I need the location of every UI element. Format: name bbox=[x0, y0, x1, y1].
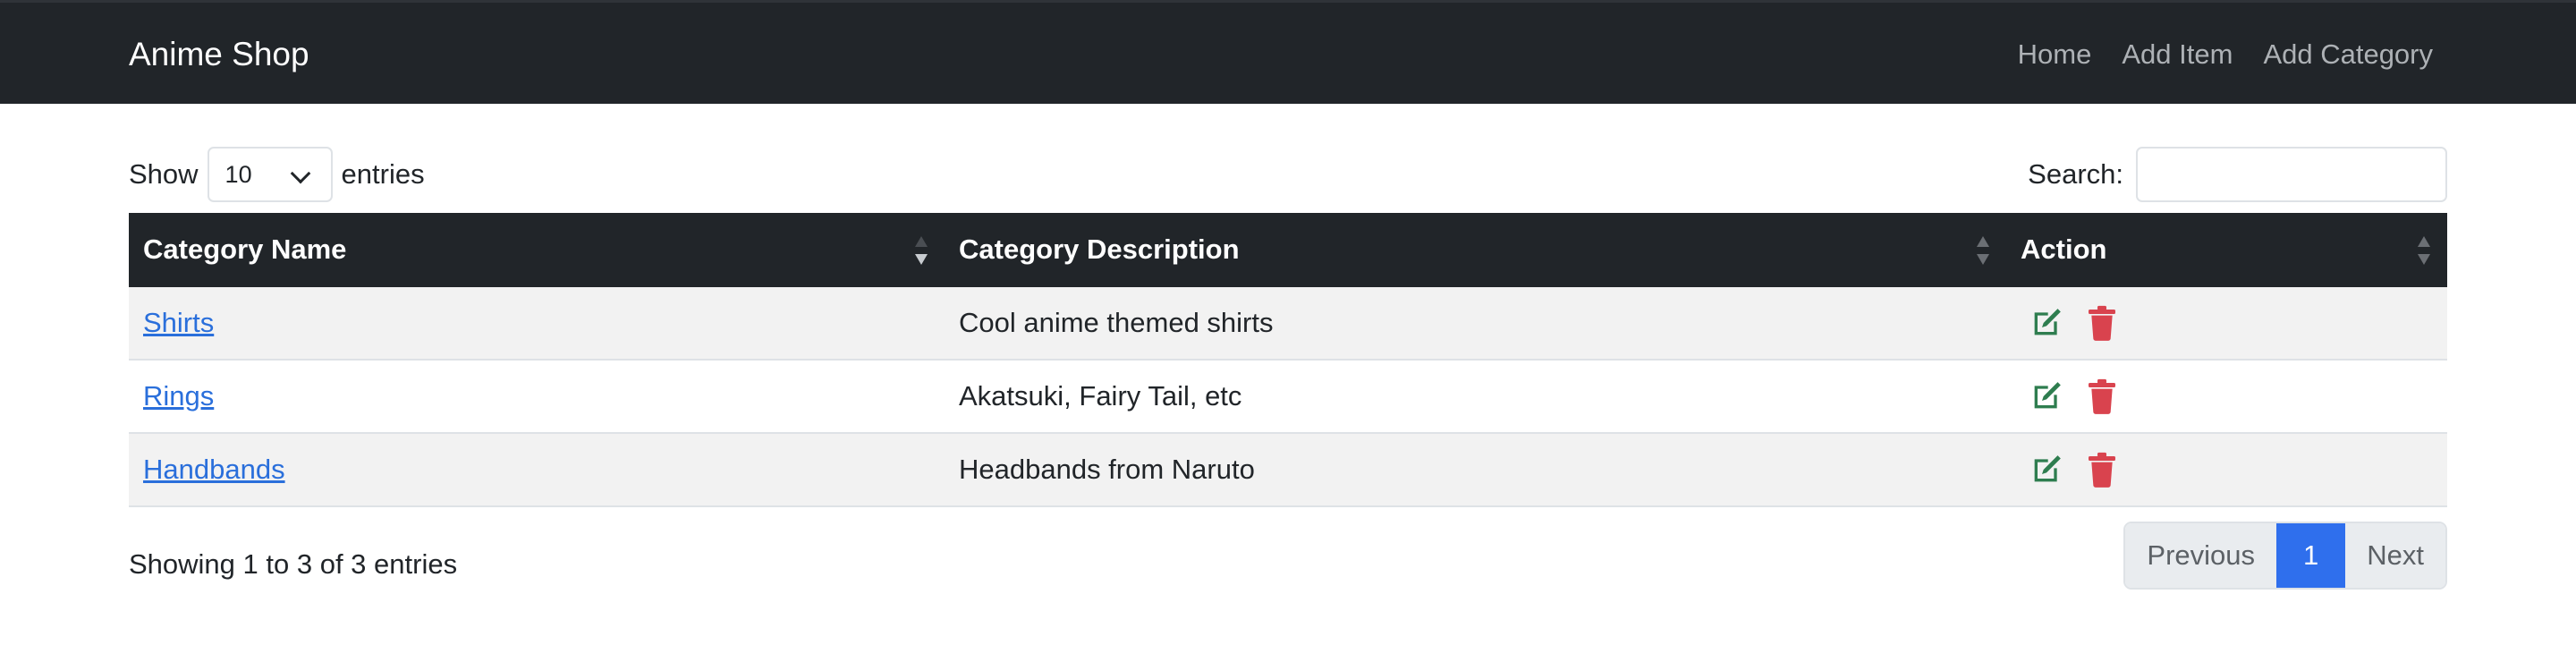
search-label: Search: bbox=[2028, 158, 2123, 190]
column-header-label: Category Name bbox=[143, 233, 347, 265]
column-header-label: Category Description bbox=[959, 233, 1240, 265]
cell-category-name: Rings bbox=[129, 360, 945, 434]
entries-length-value: 10 bbox=[225, 160, 252, 188]
column-header-action[interactable]: Action bbox=[2006, 213, 2447, 287]
table-row: Handbands Headbands from Naruto bbox=[129, 433, 2447, 507]
cell-category-description: Akatsuki, Fairy Tail, etc bbox=[945, 360, 2006, 434]
sort-icon bbox=[2415, 234, 2433, 267]
cell-category-name: Shirts bbox=[129, 286, 945, 361]
table-header-row: Category Name Category Description Actio… bbox=[129, 213, 2447, 287]
table-row: Shirts Cool anime themed shirts bbox=[129, 286, 2447, 361]
cell-category-description: Cool anime themed shirts bbox=[945, 286, 2006, 361]
table-row: Rings Akatsuki, Fairy Tail, etc bbox=[129, 360, 2447, 434]
edit-icon[interactable] bbox=[2028, 378, 2065, 415]
trash-icon[interactable] bbox=[2083, 451, 2121, 488]
table-info: Showing 1 to 3 of 3 entries bbox=[129, 548, 458, 580]
entries-length-select[interactable]: 10 bbox=[207, 147, 333, 202]
column-header-category-name[interactable]: Category Name bbox=[129, 213, 945, 287]
search-control: Search: bbox=[2028, 147, 2447, 202]
categories-table: Category Name Category Description Actio… bbox=[129, 213, 2447, 507]
chevron-down-icon bbox=[290, 163, 310, 184]
category-link[interactable]: Rings bbox=[143, 380, 214, 412]
cell-actions bbox=[2006, 433, 2447, 507]
sort-icon bbox=[912, 234, 930, 267]
edit-icon[interactable] bbox=[2028, 451, 2065, 488]
cell-actions bbox=[2006, 360, 2447, 434]
pagination: Previous 1 Next bbox=[2123, 522, 2447, 590]
column-header-category-description[interactable]: Category Description bbox=[945, 213, 2006, 287]
show-label: Show bbox=[129, 158, 199, 190]
trash-icon[interactable] bbox=[2083, 378, 2121, 415]
nav-link-add-item[interactable]: Add Item bbox=[2122, 32, 2233, 77]
nav-link-add-category[interactable]: Add Category bbox=[2263, 32, 2433, 77]
sort-icon bbox=[1974, 234, 1992, 267]
category-link[interactable]: Shirts bbox=[143, 307, 214, 338]
trash-icon[interactable] bbox=[2083, 304, 2121, 342]
search-input[interactable] bbox=[2136, 147, 2447, 202]
nav-link-home[interactable]: Home bbox=[2018, 32, 2092, 77]
entries-label: entries bbox=[341, 158, 425, 190]
entries-length-control: Show 10 entries bbox=[129, 147, 425, 202]
brand-logo[interactable]: Anime Shop bbox=[129, 32, 309, 77]
previous-page-button[interactable]: Previous bbox=[2125, 523, 2276, 588]
page-button-1[interactable]: 1 bbox=[2276, 523, 2346, 588]
next-page-button[interactable]: Next bbox=[2345, 523, 2445, 588]
column-header-label: Action bbox=[2021, 233, 2107, 265]
cell-category-description: Headbands from Naruto bbox=[945, 433, 2006, 507]
nav-links: Home Add Item Add Category bbox=[2018, 32, 2433, 77]
cell-category-name: Handbands bbox=[129, 433, 945, 507]
edit-icon[interactable] bbox=[2028, 304, 2065, 342]
category-link[interactable]: Handbands bbox=[143, 454, 285, 485]
cell-actions bbox=[2006, 286, 2447, 361]
navbar: Anime Shop Home Add Item Add Category bbox=[0, 0, 2576, 104]
